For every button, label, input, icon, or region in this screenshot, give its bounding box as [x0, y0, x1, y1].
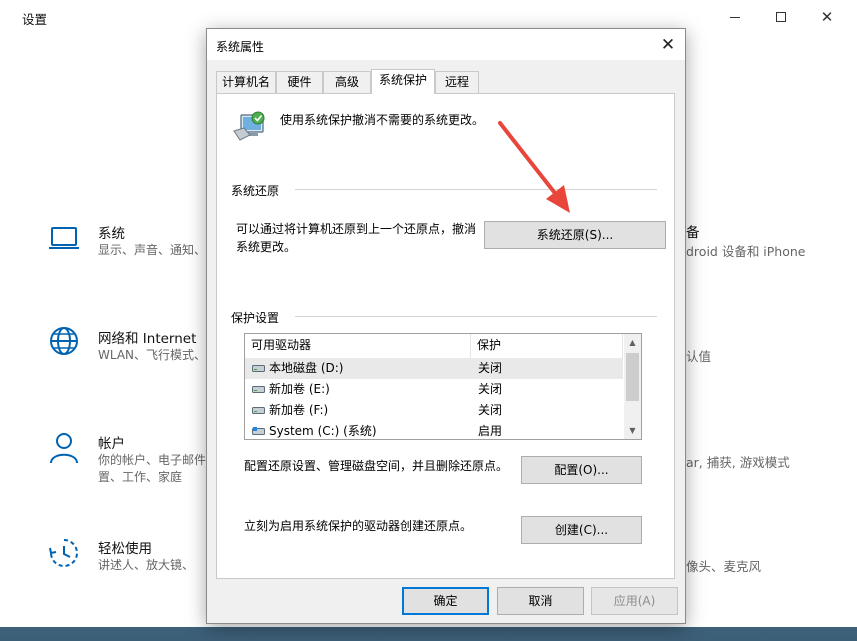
drive-list[interactable]: 可用驱动器 保护 本地磁盘 (D:) 关闭 新加卷 (E:) 关闭 新加卷 (F…	[244, 333, 642, 440]
drive-protection: 关闭	[478, 382, 503, 396]
category-ease-desc: 讲述人、放大镜、	[98, 558, 195, 572]
table-row[interactable]: 新加卷 (F:) 关闭	[245, 400, 623, 421]
category-accounts-desc: 你的帐户、电子邮件 置、工作、家庭	[98, 452, 206, 486]
system-properties-dialog: 系统属性 ✕ 计算机名 硬件 高级 系统保护 远程 使用系统保护撤消不需要的系统…	[206, 28, 686, 624]
maximize-button[interactable]	[758, 0, 804, 34]
scroll-thumb[interactable]	[626, 353, 639, 401]
settings-title: 设置	[22, 12, 48, 27]
close-icon: ✕	[660, 35, 676, 55]
maximize-icon	[776, 12, 786, 22]
scroll-down-icon[interactable]: ▼	[624, 422, 641, 439]
category-apps-desc-fragment: 认值	[686, 349, 712, 364]
table-row[interactable]: System (C:) (系统) 启用	[245, 421, 623, 439]
group-divider	[295, 189, 657, 190]
tab-system-protection[interactable]: 系统保护	[371, 69, 435, 94]
drive-protection: 启用	[478, 424, 503, 438]
ease-of-access-icon	[49, 539, 78, 567]
table-row[interactable]: 本地磁盘 (D:) 关闭	[245, 358, 623, 379]
drive-name: 新加卷 (F:)	[269, 403, 329, 417]
close-icon: ✕	[820, 8, 834, 26]
tab-computer-name[interactable]: 计算机名	[216, 71, 276, 93]
drive-protection: 关闭	[478, 403, 503, 417]
column-header-drive[interactable]: 可用驱动器	[245, 334, 471, 358]
category-accounts-desc-line2: 置、工作、家庭	[98, 470, 183, 484]
system-protection-panel: 使用系统保护撤消不需要的系统更改。 系统还原 可以通过将计算机还原到上一个还原点…	[216, 93, 675, 579]
cancel-button[interactable]: 取消	[497, 587, 584, 615]
category-ease-name: 轻松使用	[98, 541, 152, 557]
configure-description: 配置还原设置、管理磁盘空间，并且删除还原点。	[244, 459, 509, 473]
person-icon	[50, 433, 78, 464]
category-devices-desc-fragment: droid 设备和 iPhone	[686, 244, 806, 259]
laptop-icon	[49, 227, 79, 249]
system-restore-description: 可以通过将计算机还原到上一个还原点，撤消系统更改。	[236, 222, 477, 254]
create-button[interactable]: 创建(C)...	[521, 516, 642, 544]
tab-advanced[interactable]: 高级	[323, 71, 371, 93]
protection-settings-group-label: 保护设置	[231, 311, 280, 325]
minimize-button[interactable]	[712, 0, 758, 34]
category-gaming-desc-fragment: ar, 捕获, 游戏模式	[686, 455, 790, 470]
apply-button[interactable]: 应用(A)	[591, 587, 678, 615]
system-restore-button[interactable]: 系统还原(S)...	[484, 221, 666, 249]
minimize-icon	[730, 16, 740, 18]
category-network-name: 网络和 Internet	[98, 331, 197, 347]
drive-name: 新加卷 (E:)	[269, 382, 330, 396]
tab-hardware[interactable]: 硬件	[276, 71, 323, 93]
create-description: 立刻为启用系统保护的驱动器创建还原点。	[244, 519, 473, 533]
scroll-up-icon[interactable]: ▲	[624, 334, 641, 351]
category-network-desc: WLAN、飞行模式、	[98, 348, 207, 362]
dialog-titlebar[interactable]: 系统属性 ✕	[207, 29, 685, 60]
configure-button[interactable]: 配置(O)...	[521, 456, 642, 484]
hard-drive-icon	[252, 386, 265, 393]
hard-drive-icon	[252, 365, 265, 372]
system-drive-icon	[252, 427, 265, 435]
drive-list-scrollbar[interactable]: ▲ ▼	[624, 334, 641, 439]
close-button[interactable]: ✕	[804, 0, 850, 34]
category-system-name: 系统	[98, 226, 125, 242]
category-accounts-name: 帐户	[98, 436, 125, 452]
drive-name: System (C:) (系统)	[269, 424, 377, 438]
drive-protection: 关闭	[478, 361, 503, 375]
globe-icon	[50, 327, 78, 355]
category-privacy-desc-fragment: 像头、麦克风	[686, 559, 762, 574]
category-devices-name-fragment: 备	[686, 225, 700, 241]
drive-name: 本地磁盘 (D:)	[269, 361, 344, 375]
dialog-close-button[interactable]: ✕	[657, 34, 679, 56]
system-restore-group-label: 系统还原	[231, 184, 280, 198]
dialog-title: 系统属性	[216, 40, 265, 54]
tab-remote[interactable]: 远程	[435, 71, 479, 93]
table-row[interactable]: 新加卷 (E:) 关闭	[245, 379, 623, 400]
ok-button[interactable]: 确定	[402, 587, 489, 615]
system-protection-icon	[233, 111, 265, 141]
intro-text: 使用系统保护撤消不需要的系统更改。	[280, 113, 485, 127]
column-header-protection[interactable]: 保护	[471, 334, 623, 358]
category-accounts-desc-line1: 你的帐户、电子邮件	[98, 453, 207, 467]
group-divider	[295, 316, 657, 317]
hard-drive-icon	[252, 407, 265, 414]
annotation-arrow-icon	[498, 121, 570, 213]
category-system-desc: 显示、声音、通知、	[98, 243, 207, 257]
